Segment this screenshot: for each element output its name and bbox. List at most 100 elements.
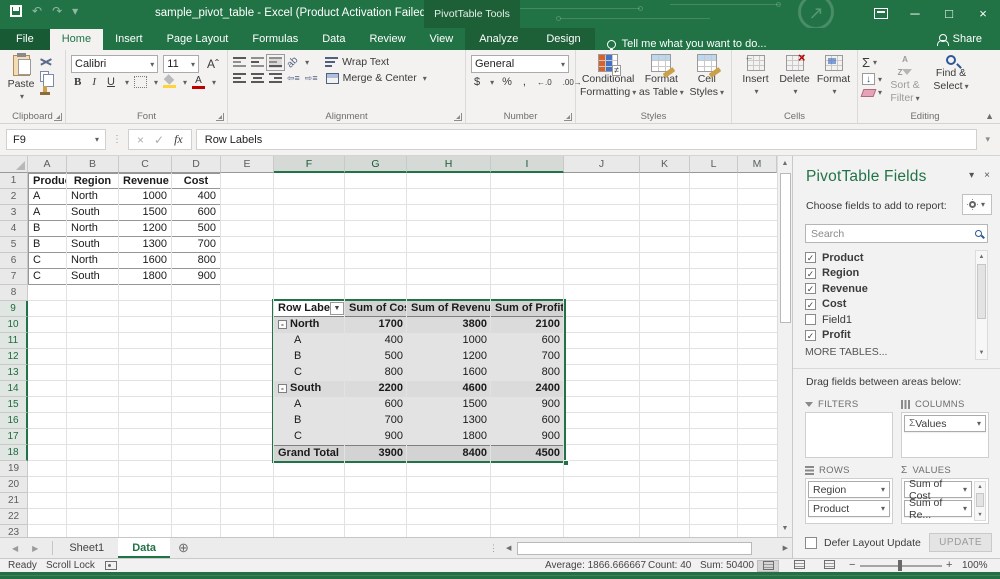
fields-scroll-thumb[interactable] — [977, 264, 986, 319]
cells-area[interactable]: ProductRegionRevenueCostANorth1000400ASo… — [28, 173, 777, 537]
row-header-10[interactable]: 10 — [0, 317, 28, 333]
chip-caret-icon[interactable]: ▾ — [977, 419, 981, 428]
formula-bar-splitter[interactable]: ⋮ — [110, 134, 124, 145]
pivot-label-cell[interactable]: C — [274, 365, 345, 381]
defer-layout-checkbox[interactable] — [805, 537, 817, 549]
pivot-value-cell[interactable]: 400 — [345, 333, 407, 349]
values-scroll-down-icon[interactable]: ▼ — [975, 510, 985, 520]
pivot-table[interactable]: Row Labels▼Sum of CostSum of RevenueSum … — [274, 301, 564, 461]
pivot-label-cell[interactable]: A — [274, 397, 345, 413]
tab-page-layout[interactable]: Page Layout — [155, 29, 241, 50]
collapse-icon[interactable]: - — [278, 320, 287, 329]
row-header-20[interactable]: 20 — [0, 477, 28, 493]
field-item-field1[interactable]: Field1 — [805, 312, 988, 328]
pivot-value-cell[interactable]: 900 — [491, 397, 564, 413]
row-header-6[interactable]: 6 — [0, 253, 28, 269]
scroll-up-icon[interactable]: ▲ — [778, 156, 792, 172]
pivot-value-cell[interactable]: 2100 — [491, 317, 564, 333]
fill-button[interactable]: ↓▾ — [862, 73, 882, 85]
source-cell[interactable]: C — [28, 253, 67, 269]
cut-icon[interactable] — [40, 57, 52, 67]
column-header-k[interactable]: K — [640, 156, 690, 173]
pivot-value-cell[interactable]: 3800 — [407, 317, 491, 333]
field-checkbox-field1[interactable] — [805, 314, 816, 325]
collapse-icon[interactable]: - — [278, 384, 287, 393]
tab-scroll-splitter[interactable]: ⋮ — [489, 538, 502, 558]
sheet-tab-sheet1[interactable]: Sheet1 — [55, 538, 118, 558]
column-header-e[interactable]: E — [221, 156, 274, 173]
panel-close-icon[interactable]: × — [984, 170, 990, 181]
row-header-3[interactable]: 3 — [0, 205, 28, 221]
pivot-value-cell[interactable]: 900 — [491, 429, 564, 445]
ribbon-display-options-icon[interactable] — [874, 8, 888, 19]
sheet-tab-data[interactable]: Data — [118, 538, 170, 558]
undo-icon[interactable]: ↶ — [32, 5, 42, 17]
comma-style-button[interactable]: , — [520, 75, 529, 89]
pivot-value-cell[interactable]: 4600 — [407, 381, 491, 397]
font-size-combo[interactable]: 11▾ — [163, 55, 199, 73]
wrap-text-button[interactable]: Wrap Text — [322, 55, 392, 69]
source-cell[interactable]: C — [28, 269, 67, 285]
row-header-11[interactable]: 11 — [0, 333, 28, 349]
field-checkbox-profit[interactable]: ✓ — [805, 330, 816, 341]
update-button[interactable]: UPDATE — [929, 533, 992, 552]
column-header-h[interactable]: H — [407, 156, 491, 173]
row-header-22[interactable]: 22 — [0, 509, 28, 525]
formula-input[interactable]: Row Labels — [196, 129, 978, 150]
tab-insert[interactable]: Insert — [103, 29, 155, 50]
format-cells-button[interactable]: Format▾ — [814, 53, 853, 109]
chip-caret-icon[interactable]: ▾ — [881, 504, 885, 513]
pivot-label-cell[interactable]: -North — [274, 317, 345, 333]
pivot-label-cell[interactable]: Grand Total — [274, 445, 345, 461]
pivot-value-cell[interactable]: 1600 — [407, 365, 491, 381]
orientation-icon[interactable]: ab — [285, 54, 301, 70]
fields-scroll-up-icon[interactable]: ▲ — [976, 251, 987, 263]
fields-scroll-down-icon[interactable]: ▼ — [976, 347, 987, 359]
sort-filter-button[interactable]: AZ Sort & Filter▾ — [882, 53, 928, 109]
source-cell[interactable]: B — [28, 221, 67, 237]
pivot-label-cell[interactable]: C — [274, 429, 345, 445]
row-header-4[interactable]: 4 — [0, 221, 28, 237]
fill-color-icon[interactable] — [163, 76, 176, 88]
pivot-label-cell[interactable]: B — [274, 413, 345, 429]
pivot-header-sum-of-profit[interactable]: Sum of Profit — [491, 301, 564, 317]
tab-review[interactable]: Review — [357, 29, 417, 50]
row-header-14[interactable]: 14 — [0, 381, 28, 397]
columns-area[interactable]: Σ Values▾ — [901, 412, 989, 458]
cell-styles-button[interactable]: Cell Styles▾ — [687, 53, 728, 109]
delete-cells-button[interactable]: Delete▾ — [775, 53, 814, 109]
row-header-2[interactable]: 2 — [0, 189, 28, 205]
pivot-value-cell[interactable]: 800 — [345, 365, 407, 381]
sheet-prev-icon[interactable]: ◀ — [12, 544, 18, 553]
source-cell[interactable]: 1800 — [119, 269, 172, 285]
scroll-left-icon[interactable]: ◀ — [502, 544, 515, 552]
confirm-entry-icon[interactable]: ✓ — [154, 133, 164, 147]
grow-font-button[interactable]: Aˆ — [204, 56, 222, 72]
save-icon[interactable] — [10, 5, 22, 17]
column-header-j[interactable]: J — [564, 156, 640, 173]
zoom-out-icon[interactable]: − — [849, 559, 855, 571]
select-all-corner[interactable] — [0, 156, 28, 173]
field-checkbox-cost[interactable]: ✓ — [805, 299, 816, 310]
pivot-value-cell[interactable]: 3900 — [345, 445, 407, 461]
rows-area[interactable]: Region▾Product▾ — [805, 478, 893, 524]
zoom-slider-thumb[interactable] — [898, 560, 902, 571]
column-header-i[interactable]: I — [491, 156, 564, 173]
values-chip-sum-of-cost[interactable]: Sum of Cost▾ — [904, 481, 972, 498]
page-layout-view-icon[interactable] — [788, 560, 810, 572]
align-left-icon[interactable] — [233, 73, 246, 84]
collapse-ribbon-icon[interactable]: ▲ — [985, 111, 994, 121]
fields-search-input[interactable]: Search — [805, 224, 988, 243]
tab-formulas[interactable]: Formulas — [240, 29, 310, 50]
increase-decimal-button[interactable]: ←.0 — [534, 77, 555, 88]
source-cell[interactable]: North — [67, 221, 119, 237]
tab-home[interactable]: Home — [50, 29, 103, 50]
field-item-product[interactable]: ✓Product — [805, 250, 988, 266]
source-cell[interactable]: 900 — [172, 269, 221, 285]
source-cell[interactable]: South — [67, 269, 119, 285]
pivot-label-cell[interactable]: A — [274, 333, 345, 349]
row-header-1[interactable]: 1 — [0, 173, 28, 189]
source-cell[interactable]: 500 — [172, 221, 221, 237]
source-cell[interactable]: 1300 — [119, 237, 172, 253]
pivot-header-sum-of-revenue[interactable]: Sum of Revenue — [407, 301, 491, 317]
